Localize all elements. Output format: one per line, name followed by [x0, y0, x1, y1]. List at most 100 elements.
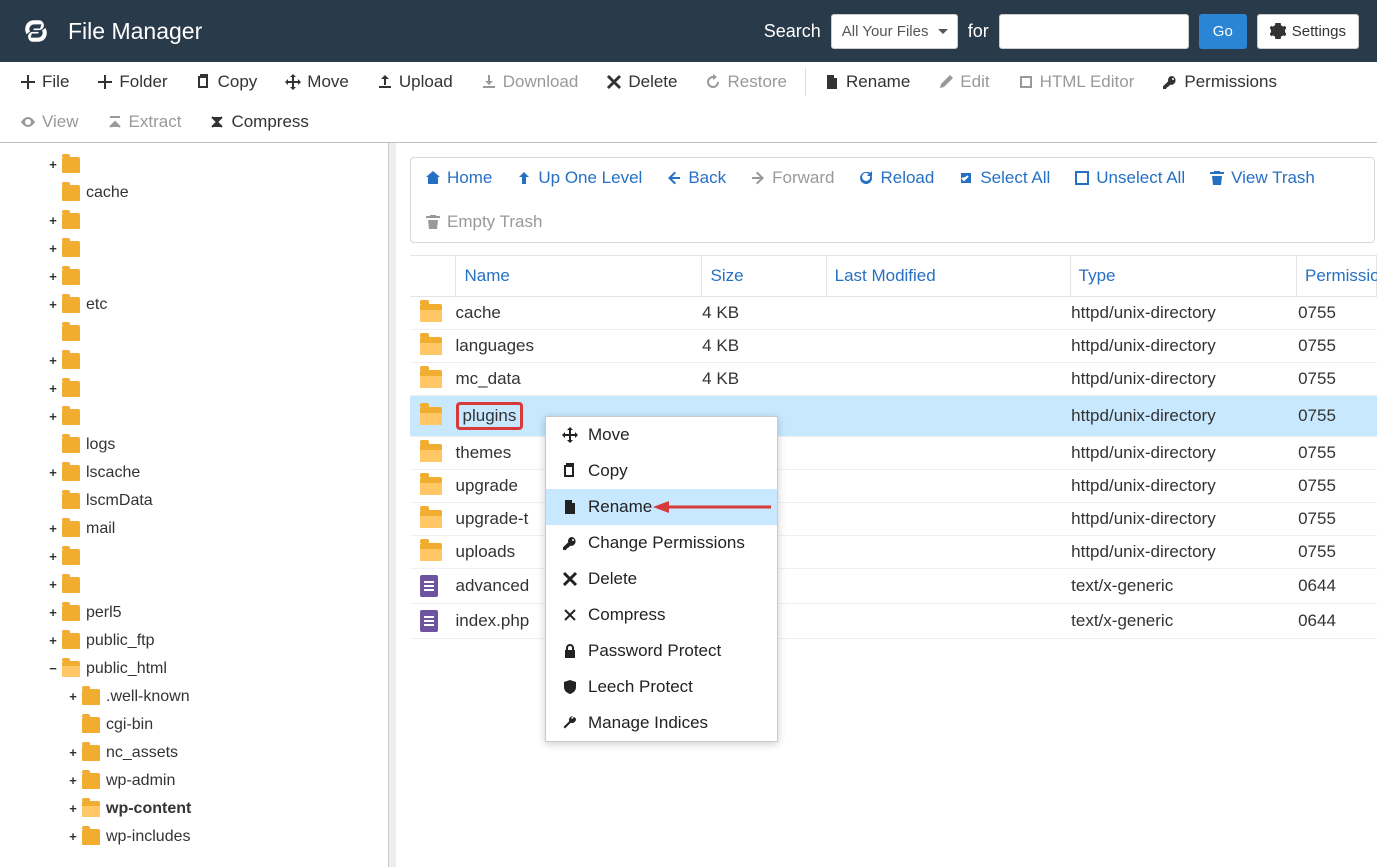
tree-expander[interactable]: + [46, 291, 60, 319]
tree-item-label[interactable]: lscache [86, 459, 140, 487]
view-trash-button[interactable]: View Trash [1209, 168, 1315, 188]
tree-expander[interactable]: + [46, 571, 60, 599]
tree-item-label[interactable]: wp-content [106, 795, 191, 823]
tree-expander[interactable]: + [46, 459, 60, 487]
search-input[interactable] [999, 14, 1189, 49]
context-menu-change-permissions[interactable]: Change Permissions [546, 525, 777, 561]
tree-expander[interactable]: + [46, 235, 60, 263]
tree-item-label[interactable]: cache [86, 179, 129, 207]
context-menu-password-protect[interactable]: Password Protect [546, 633, 777, 669]
column-type[interactable]: Type [1070, 256, 1296, 296]
new-folder-button[interactable]: Folder [83, 62, 181, 102]
context-menu-copy[interactable]: Copy [546, 453, 777, 489]
tree-expander[interactable]: + [46, 207, 60, 235]
tree-item-label[interactable]: .well-known [106, 683, 190, 711]
column-modified[interactable]: Last Modified [826, 256, 1070, 296]
tree-item[interactable]: + wp-includes [36, 823, 396, 851]
copy-button[interactable]: Copy [182, 62, 272, 102]
tree-expander[interactable]: − [46, 655, 60, 683]
column-size[interactable]: Size [701, 256, 825, 296]
folder-tree[interactable]: ++cache++++etc+++++logs+lscache+lscmData… [0, 143, 396, 867]
tree-item-label[interactable]: public_html [86, 655, 167, 683]
cell-name[interactable]: mc_data [456, 369, 703, 389]
tree-item-label[interactable]: wp-includes [106, 823, 190, 851]
tree-item[interactable]: +logs [36, 431, 396, 459]
tree-item[interactable]: + perl5 [36, 599, 396, 627]
context-menu-manage-indices[interactable]: Manage Indices [546, 705, 777, 741]
tree-item-label[interactable]: mail [86, 515, 115, 543]
tree-item-label[interactable]: nc_assets [106, 739, 178, 767]
unselect-all-button[interactable]: Unselect All [1074, 168, 1185, 188]
upload-button[interactable]: Upload [363, 62, 467, 102]
tree-item-label[interactable]: lscmData [86, 487, 153, 515]
compress-button[interactable]: Compress [195, 102, 322, 142]
up-one-level-button[interactable]: Up One Level [516, 168, 642, 188]
column-name[interactable]: Name [455, 256, 701, 296]
tree-item[interactable]: + [36, 571, 396, 599]
search-scope-select[interactable]: All Your Files [831, 14, 958, 49]
column-permissions[interactable]: Permissions [1296, 256, 1376, 296]
new-file-button[interactable]: File [6, 62, 83, 102]
tree-expander[interactable]: + [66, 683, 80, 711]
back-button[interactable]: Back [666, 168, 726, 188]
table-row[interactable]: mc_data4 KBhttpd/unix-directory0755 [410, 363, 1377, 396]
tree-item-label[interactable]: public_ftp [86, 627, 155, 655]
tree-item[interactable]: + mail [36, 515, 396, 543]
tree-item[interactable]: + lscache [36, 459, 396, 487]
tree-expander[interactable]: + [46, 515, 60, 543]
context-menu-rename[interactable]: Rename [546, 489, 777, 525]
context-menu-compress[interactable]: Compress [546, 597, 777, 633]
tree-expander[interactable]: + [66, 795, 80, 823]
table-row[interactable]: cache4 KBhttpd/unix-directory0755 [410, 297, 1377, 330]
tree-item[interactable]: + wp-admin [36, 767, 396, 795]
tree-item-label[interactable]: logs [86, 431, 115, 459]
tree-item[interactable]: + [36, 151, 396, 179]
tree-expander[interactable]: + [46, 347, 60, 375]
tree-item[interactable]: + [36, 543, 396, 571]
column-icon[interactable] [410, 256, 455, 296]
reload-button[interactable]: Reload [858, 168, 934, 188]
search-go-button[interactable]: Go [1199, 14, 1247, 49]
tree-item-label[interactable]: wp-admin [106, 767, 175, 795]
panel-splitter[interactable] [388, 143, 396, 867]
tree-expander[interactable]: + [46, 543, 60, 571]
tree-expander[interactable]: + [46, 263, 60, 291]
tree-item[interactable]: + [36, 207, 396, 235]
tree-expander[interactable]: + [46, 375, 60, 403]
tree-item-label[interactable]: perl5 [86, 599, 122, 627]
tree-expander[interactable]: + [66, 739, 80, 767]
tree-item[interactable]: + [36, 319, 396, 347]
tree-item[interactable]: +cache [36, 179, 396, 207]
tree-item-label[interactable]: etc [86, 291, 107, 319]
tree-item-label[interactable]: cgi-bin [106, 711, 153, 739]
move-button[interactable]: Move [271, 62, 363, 102]
tree-item[interactable]: + public_ftp [36, 627, 396, 655]
table-row[interactable]: languages4 KBhttpd/unix-directory0755 [410, 330, 1377, 363]
context-menu-delete[interactable]: Delete [546, 561, 777, 597]
permissions-button[interactable]: Permissions [1148, 62, 1291, 102]
cell-name[interactable]: cache [456, 303, 703, 323]
tree-expander[interactable]: + [46, 403, 60, 431]
context-menu-leech-protect[interactable]: Leech Protect [546, 669, 777, 705]
select-all-button[interactable]: Select All [958, 168, 1050, 188]
tree-item[interactable]: + nc_assets [36, 739, 396, 767]
rename-button[interactable]: Rename [810, 62, 924, 102]
tree-item[interactable]: +cgi-bin [36, 711, 396, 739]
tree-expander[interactable]: + [46, 627, 60, 655]
tree-item[interactable]: + [36, 347, 396, 375]
tree-expander[interactable]: + [66, 823, 80, 851]
tree-expander[interactable]: + [46, 151, 60, 179]
tree-expander[interactable]: + [66, 767, 80, 795]
tree-item[interactable]: + [36, 375, 396, 403]
tree-item[interactable]: + [36, 263, 396, 291]
tree-item[interactable]: +lscmData [36, 487, 396, 515]
tree-item[interactable]: + etc [36, 291, 396, 319]
tree-item[interactable]: −public_html [36, 655, 396, 683]
context-menu[interactable]: MoveCopyRenameChange PermissionsDeleteCo… [545, 416, 778, 742]
tree-item[interactable]: + wp-content [36, 795, 396, 823]
home-button[interactable]: Home [425, 168, 492, 188]
settings-button[interactable]: Settings [1257, 14, 1359, 49]
tree-item[interactable]: + [36, 235, 396, 263]
tree-item[interactable]: + .well-known [36, 683, 396, 711]
tree-expander[interactable]: + [46, 599, 60, 627]
